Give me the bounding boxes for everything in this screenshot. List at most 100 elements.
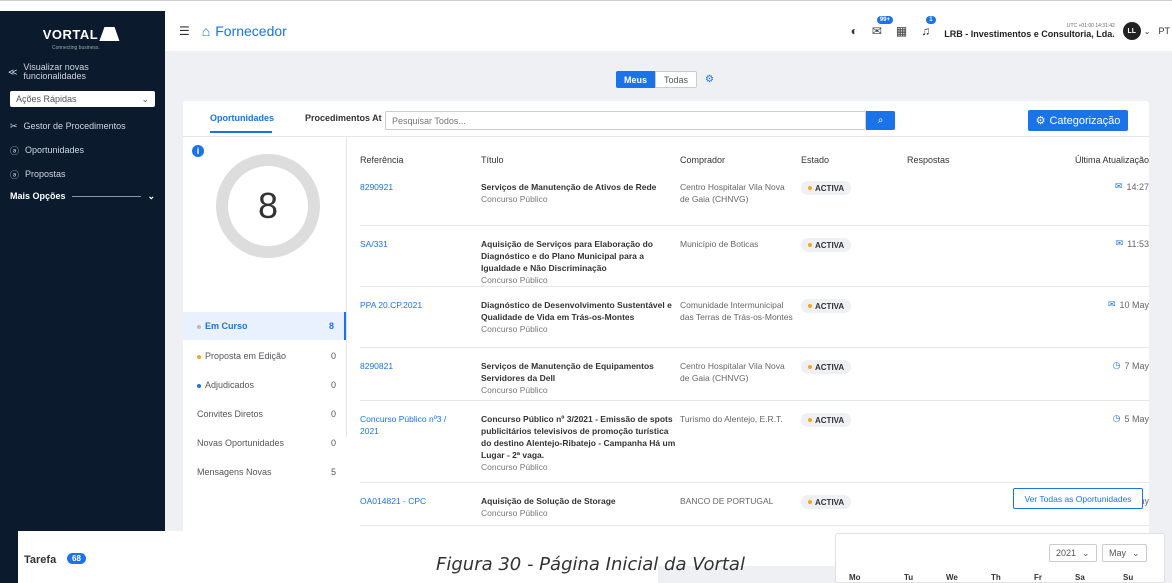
stat-label: Em Curso <box>205 321 248 331</box>
column-header[interactable]: Última Atualização <box>1075 155 1149 165</box>
status-dot <box>808 500 812 504</box>
sidebar-item-proposals[interactable]: ⓐ Propostas <box>0 162 165 186</box>
column-header[interactable]: Respostas <box>907 155 950 165</box>
stat-awarded[interactable]: Adjudicados 0 <box>183 371 346 399</box>
row-title: Serviços de Manutenção de Equipamentos S… <box>481 360 681 396</box>
app-frame: VORTAL Connecting business. ≪ Visualizar… <box>0 0 1172 583</box>
tasks-title: Tarefa <box>24 554 57 566</box>
stat-count: 5 <box>330 467 336 477</box>
divider <box>346 137 347 437</box>
whats-new-label: Visualizar novas funcionalidades <box>23 62 89 81</box>
status-dot <box>197 324 201 329</box>
reference-link[interactable]: 8290921 <box>360 181 470 193</box>
sidebar-item-label: Propostas <box>25 169 66 179</box>
last-update: ◷ 7 May <box>1112 360 1149 371</box>
avatar[interactable]: LL <box>1122 22 1141 40</box>
all-toggle-button[interactable]: Todas <box>655 71 698 88</box>
categorize-button[interactable]: ⚙ Categorização <box>1028 110 1128 131</box>
status-dot <box>808 418 812 422</box>
chevron-down-icon: ⌄ <box>141 93 149 104</box>
sidebar-item-opportunities[interactable]: ⓐ Oportunidades <box>0 138 165 162</box>
logo-text: VORTAL <box>42 26 99 42</box>
contrast-icon[interactable]: ◐ <box>851 24 858 38</box>
procedure-type: Concurso Público <box>481 194 548 204</box>
status-dot <box>808 365 812 369</box>
search-input[interactable] <box>385 111 866 130</box>
year-select[interactable]: 2021 ⌄ <box>1049 544 1097 562</box>
column-header[interactable]: Referência <box>360 155 404 165</box>
stat-in-progress[interactable]: Em Curso 8 <box>183 312 346 340</box>
reference-link[interactable]: OA014821 - CPC <box>360 495 470 507</box>
stat-new-messages[interactable]: Mensagens Novas 5 <box>183 458 346 486</box>
more-options-toggle[interactable]: Mais Opções ⌄ <box>0 186 165 206</box>
categorize-label: Categorização <box>1049 114 1121 127</box>
sidebar-item-procedures[interactable]: ✂ Gestor de Procedimentos <box>0 114 165 138</box>
stat-label: Adjudicados <box>205 380 255 390</box>
weekday-label: Th <box>991 573 1001 582</box>
mail-icon: ✉ <box>1107 299 1116 309</box>
column-header[interactable]: Comprador <box>680 155 725 165</box>
table-row[interactable]: PPA 20.CP.2021 Diagnóstico de Desenvolvi… <box>360 287 1149 348</box>
reference-link[interactable]: PPA 20.CP.2021 <box>360 299 470 311</box>
table-row[interactable]: Concurso Público nº3 / 2021 Concurso Púb… <box>360 401 1149 483</box>
status-badge: ACTIVA <box>801 181 852 195</box>
quick-actions-select[interactable]: Ações Rápidas ⌄ <box>10 91 155 107</box>
view-all-opportunities-button[interactable]: Ver Todas as Oportunidades <box>1013 488 1143 509</box>
title-text: Aquisição de Solução de Storage <box>481 496 616 506</box>
notifications-icon[interactable]: ✉ 99+ <box>872 16 894 38</box>
procedure-type: Concurso Público <box>481 508 548 518</box>
status-dot <box>197 383 201 388</box>
alerts-icon[interactable]: ♫ 1 <box>921 16 936 38</box>
status-badge: ACTIVA <box>801 360 852 374</box>
stat-direct-invites[interactable]: Convites Diretos 0 <box>183 400 346 428</box>
last-update: ✉ 10 May <box>1107 299 1149 310</box>
search-button[interactable]: ⌕ <box>866 111 895 130</box>
stat-new-opportunities[interactable]: Novas Oportunidades 0 <box>183 429 346 457</box>
reference-link[interactable]: SA/331 <box>360 238 470 250</box>
procedure-type: Concurso Público <box>481 462 548 472</box>
weekday-label: Su <box>1123 573 1134 582</box>
stat-label: Mensagens Novas <box>197 467 272 477</box>
chevron-down-icon[interactable]: ⌄ <box>1144 27 1151 36</box>
row-title: Aquisição de Solução de Storage Concurso … <box>481 495 681 519</box>
menu-icon[interactable]: ☰ <box>179 24 190 38</box>
stat-count: 0 <box>330 409 336 419</box>
stat-proposal-editing[interactable]: Proposta em Edição 0 <box>183 342 346 370</box>
language-selector[interactable]: PT <box>1158 26 1170 36</box>
logo-mark-icon <box>99 27 125 41</box>
table-row[interactable]: SA/331 Aquisição de Serviços para Elabor… <box>360 226 1149 287</box>
column-header[interactable]: Título <box>481 155 504 165</box>
mine-toggle-button[interactable]: Meus <box>616 71 656 88</box>
row-title: Diagnóstico de Desenvolvimento Sustentáv… <box>481 299 681 335</box>
app-title-label: Fornecedor <box>215 23 287 39</box>
calendar-icon[interactable]: ▦ <box>896 24 907 38</box>
reference-link[interactable]: 8290821 <box>360 360 470 372</box>
table-row[interactable]: 8290921 Serviços de Manutenção de Ativos… <box>360 181 1149 226</box>
whats-new-link[interactable]: ≪ Visualizar novas funcionalidades <box>0 51 165 81</box>
sidebar: VORTAL Connecting business. ≪ Visualizar… <box>0 11 165 583</box>
reference-link[interactable]: Concurso Público nº3 / 2021 <box>360 413 455 437</box>
bag-icon: ⓐ <box>10 145 20 156</box>
settings-icon[interactable]: ⚙ <box>705 74 714 85</box>
status-dot <box>808 304 812 308</box>
main-content: Meus Todas ⚙ Oportunidades Procedimentos… <box>165 51 1172 583</box>
divider <box>71 195 142 197</box>
sidebar-item-label: Oportunidades <box>25 145 85 155</box>
tab-procedures[interactable]: Procedimentos At <box>305 113 382 123</box>
stat-count: 0 <box>330 438 336 448</box>
mail-icon: ✉ <box>1115 238 1124 248</box>
month-select[interactable]: May ⌄ <box>1102 544 1147 562</box>
table-row[interactable]: 8290821 Serviços de Manutenção de Equipa… <box>360 348 1149 401</box>
procedure-type: Concurso Público <box>481 385 548 395</box>
info-icon[interactable]: i <box>192 145 204 157</box>
tab-opportunities[interactable]: Oportunidades <box>210 113 274 133</box>
status-badge: ACTIVA <box>801 495 852 509</box>
column-header[interactable]: Estado <box>801 155 829 165</box>
company-name: LRB - Investimentos e Consultoria, Lda. <box>944 29 1115 39</box>
title-text: Concurso Público nº 3/2021 - Emissão de … <box>481 414 676 460</box>
logo-tagline: Connecting business. <box>52 45 100 51</box>
chevron-down-icon: ⌄ <box>1082 547 1090 558</box>
procedure-type: Concurso Público <box>481 275 548 285</box>
status-badge: ACTIVA <box>801 413 852 427</box>
alerts-badge: 1 <box>926 16 936 24</box>
